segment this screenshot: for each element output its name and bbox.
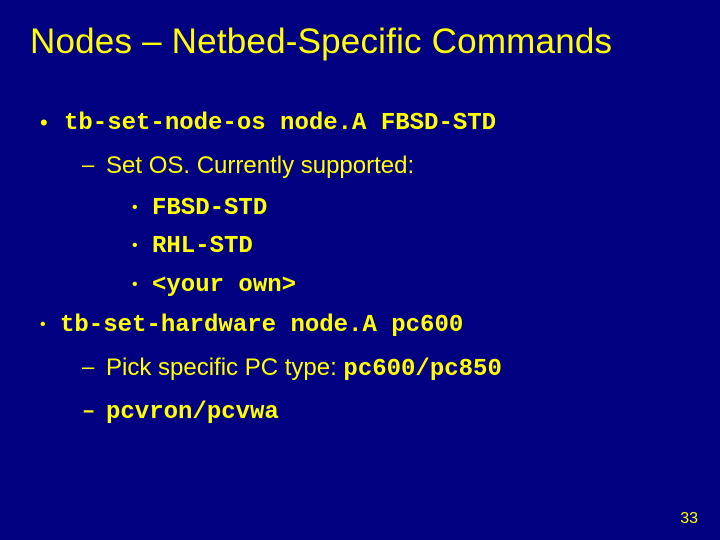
- code-text: pc600/pc850: [343, 356, 501, 383]
- bullet-item: – pcvron/pcvwa: [82, 397, 680, 429]
- item-text: Set OS. Currently supported:: [106, 150, 680, 182]
- code-text: <your own>: [152, 270, 680, 302]
- bullet-item: • RHL-STD: [132, 231, 680, 263]
- bullet-item: – Pick specific PC type: pc600/pc850: [82, 352, 680, 386]
- item-text: Pick specific PC type: pc600/pc850: [106, 352, 680, 386]
- bullet-dot-icon: •: [40, 310, 60, 340]
- bullet-dash-icon: –: [82, 352, 106, 382]
- bullet-dot-icon: •: [132, 193, 152, 223]
- item-text-pre: Pick specific PC type:: [106, 354, 343, 381]
- page-number: 33: [680, 510, 698, 528]
- bullet-item: • FBSD-STD: [132, 193, 680, 225]
- code-text: pcvron/pcvwa: [106, 397, 680, 429]
- slide: Nodes – Netbed-Specific Commands • tb-se…: [0, 0, 720, 540]
- bullet-item: • <your own>: [132, 270, 680, 302]
- command-text: tb-set-node-os node.A FBSD-STD: [64, 108, 680, 140]
- bullet-item: • tb-set-node-os node.A FBSD-STD: [40, 108, 680, 140]
- code-text: FBSD-STD: [152, 193, 680, 225]
- bullet-dot-icon: •: [132, 270, 152, 300]
- bullet-dash-icon: –: [82, 150, 106, 180]
- bullet-dot-icon: •: [40, 108, 64, 138]
- bullet-dot-icon: •: [132, 231, 152, 261]
- code-text: RHL-STD: [152, 231, 680, 263]
- bullet-item: – Set OS. Currently supported:: [82, 150, 680, 182]
- bullet-item: • tb-set-hardware node.A pc600: [40, 310, 680, 342]
- slide-title: Nodes – Netbed-Specific Commands: [30, 22, 690, 62]
- slide-body: • tb-set-node-os node.A FBSD-STD – Set O…: [40, 108, 680, 439]
- command-text: tb-set-hardware node.A pc600: [60, 310, 680, 342]
- bullet-dash-icon: –: [82, 397, 106, 427]
